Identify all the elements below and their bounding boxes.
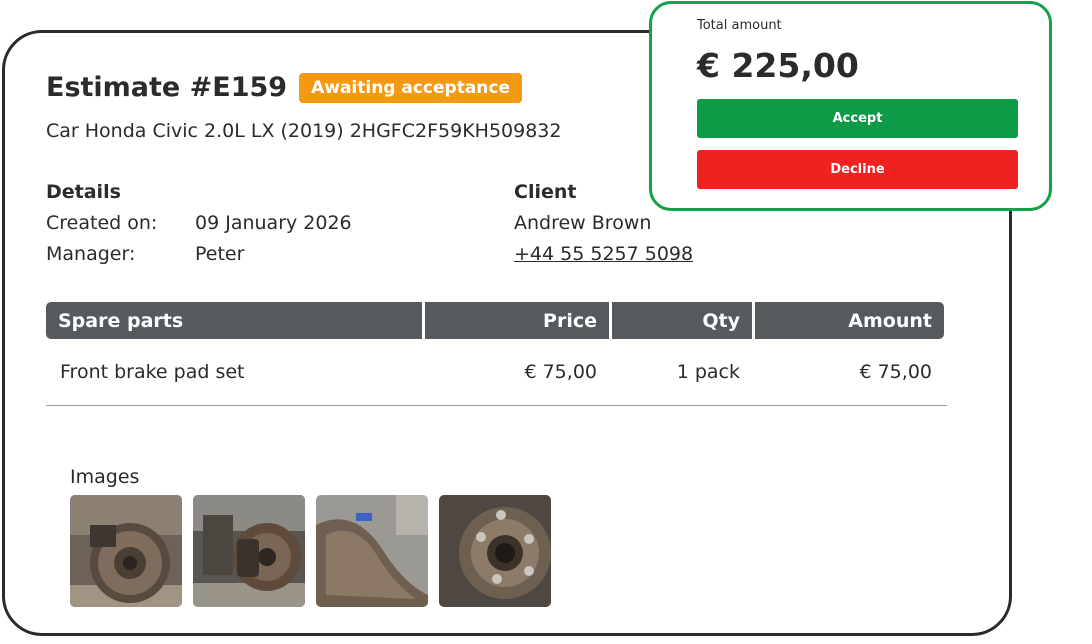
column-header-amount: Amount xyxy=(755,302,944,339)
client-name: Andrew Brown xyxy=(514,212,652,234)
table-row: Front brake pad set € 75,00 1 pack € 75,… xyxy=(46,339,947,406)
image-thumbnail-3[interactable] xyxy=(316,495,428,607)
total-panel: Total amount € 225,00 Accept Decline xyxy=(649,1,1052,211)
column-header-spare-parts: Spare parts xyxy=(46,302,422,339)
image-thumbnail-4[interactable] xyxy=(439,495,551,607)
title-row: Estimate #E159 Awaiting acceptance xyxy=(46,72,523,103)
estimate-title: Estimate #E159 xyxy=(46,72,288,103)
client-heading: Client xyxy=(514,181,577,203)
client-phone-link[interactable]: +44 55 5257 5098 xyxy=(514,243,693,265)
total-amount-value: € 225,00 xyxy=(697,46,859,85)
status-badge: Awaiting acceptance xyxy=(299,72,523,103)
part-amount-cell: € 75,00 xyxy=(859,361,932,383)
part-name-cell: Front brake pad set xyxy=(60,361,245,383)
accept-button[interactable]: Accept xyxy=(697,99,1018,138)
created-label: Created on: xyxy=(46,212,158,234)
details-heading: Details xyxy=(46,181,121,203)
created-value: 09 January 2026 xyxy=(195,212,352,234)
image-thumbnail-2[interactable] xyxy=(193,495,305,607)
car-description: Car Honda Civic 2.0L LX (2019) 2HGFC2F59… xyxy=(46,120,562,142)
manager-label: Manager: xyxy=(46,243,136,265)
total-amount-label: Total amount xyxy=(697,18,782,33)
manager-value: Peter xyxy=(195,243,245,265)
column-header-qty: Qty xyxy=(612,302,752,339)
images-heading: Images xyxy=(70,466,140,488)
image-gallery xyxy=(70,495,562,607)
decline-button[interactable]: Decline xyxy=(697,150,1018,189)
table-header: Spare parts Price Qty Amount xyxy=(46,302,947,339)
image-thumbnail-1[interactable] xyxy=(70,495,182,607)
part-qty-cell: 1 pack xyxy=(676,361,740,383)
spare-parts-table: Spare parts Price Qty Amount Front brake… xyxy=(46,302,947,406)
part-price-cell: € 75,00 xyxy=(524,361,597,383)
column-header-price: Price xyxy=(425,302,609,339)
